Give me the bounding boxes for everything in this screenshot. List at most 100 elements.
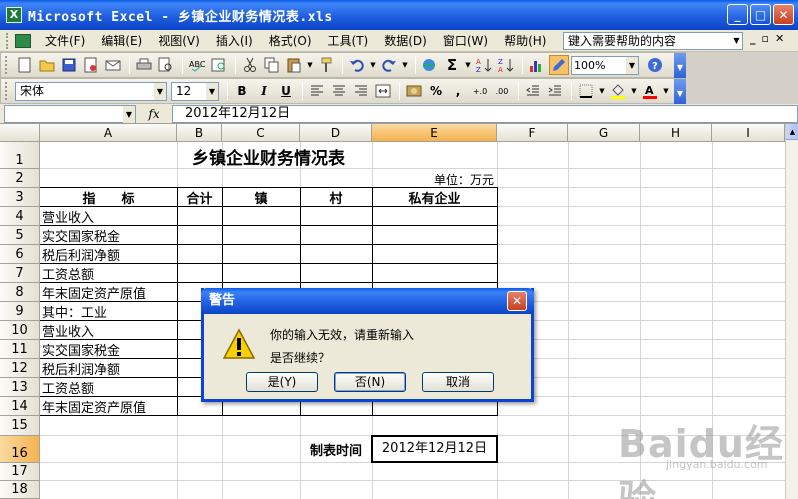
increase-indent-icon[interactable]: [545, 81, 565, 101]
permission-icon[interactable]: [81, 55, 101, 75]
indicator-cell[interactable]: 工资总额: [42, 264, 94, 283]
menu-insert[interactable]: 插入(I): [208, 31, 261, 51]
redo-icon[interactable]: [379, 55, 399, 75]
row-header[interactable]: 15: [0, 416, 40, 436]
indicator-cell[interactable]: 实交国家税金: [42, 226, 120, 245]
indicator-cell[interactable]: 税后利润净额: [42, 359, 120, 378]
header-village[interactable]: 村: [300, 188, 372, 207]
underline-button[interactable]: U: [276, 81, 296, 101]
row-header[interactable]: 3: [0, 188, 40, 207]
indicator-cell[interactable]: 营业收入: [42, 207, 94, 226]
row-header[interactable]: 12: [0, 359, 40, 378]
formula-input[interactable]: 2012年12月12日: [172, 104, 798, 123]
menu-window[interactable]: 窗口(W): [435, 31, 496, 51]
indicator-cell[interactable]: 营业收入: [42, 321, 94, 340]
indicator-cell[interactable]: 税后利润净额: [42, 245, 120, 264]
row-header[interactable]: 11: [0, 340, 40, 359]
row-header[interactable]: 13: [0, 378, 40, 397]
row-header[interactable]: 1: [0, 142, 40, 169]
hyperlink-icon[interactable]: [420, 55, 440, 75]
sort-descending-icon[interactable]: ZA: [496, 55, 516, 75]
fill-color-icon[interactable]: [608, 81, 628, 101]
indicator-cell[interactable]: 年末固定资产原值: [42, 397, 146, 416]
menu-format[interactable]: 格式(O): [261, 31, 320, 51]
decrease-decimal-icon[interactable]: .00: [492, 81, 512, 101]
cut-icon[interactable]: [240, 55, 260, 75]
percent-button[interactable]: %: [426, 81, 446, 101]
indicator-cell[interactable]: 年末固定资产原值: [42, 283, 146, 302]
yes-button[interactable]: 是(Y): [246, 372, 318, 392]
align-right-icon[interactable]: [351, 81, 371, 101]
copy-icon[interactable]: [262, 55, 282, 75]
row-header[interactable]: 14: [0, 397, 40, 416]
menu-view[interactable]: 视图(V): [150, 31, 208, 51]
row-header[interactable]: 10: [0, 321, 40, 340]
toolbar-grip[interactable]: [6, 32, 12, 49]
chevron-down-icon[interactable]: ▼: [464, 55, 472, 75]
toolbar-options-icon[interactable]: ▼: [674, 53, 686, 79]
column-header-b[interactable]: B: [177, 124, 222, 142]
header-indicator[interactable]: 指 标: [40, 188, 177, 207]
row-header[interactable]: 17: [0, 463, 40, 481]
workbook-icon[interactable]: [15, 33, 31, 48]
column-header-i[interactable]: I: [712, 124, 785, 142]
row-header[interactable]: 2: [0, 169, 40, 188]
toolbar-options-icon[interactable]: ▼: [674, 79, 686, 105]
email-icon[interactable]: [103, 55, 123, 75]
toolbar-grip[interactable]: [5, 56, 11, 74]
made-time-label[interactable]: 制表时间: [300, 440, 372, 459]
align-left-icon[interactable]: [307, 81, 327, 101]
menu-data[interactable]: 数据(D): [376, 31, 435, 51]
column-header-e[interactable]: E: [372, 124, 497, 142]
chevron-down-icon[interactable]: ▼: [626, 56, 638, 74]
insert-function-icon[interactable]: fx: [136, 107, 172, 121]
chevron-down-icon[interactable]: ▼: [306, 55, 314, 75]
row-header[interactable]: 5: [0, 226, 40, 245]
font-color-icon[interactable]: A: [640, 81, 660, 101]
font-size-select[interactable]: 12 ▼: [171, 81, 219, 101]
bold-button[interactable]: B: [232, 81, 252, 101]
doc-minimize-button[interactable]: _: [750, 32, 756, 45]
maximize-button[interactable]: □: [750, 4, 771, 25]
chevron-down-icon[interactable]: ▼: [662, 81, 670, 101]
column-header-f[interactable]: F: [497, 124, 568, 142]
sort-ascending-icon[interactable]: AZ: [474, 55, 494, 75]
row-header[interactable]: 4: [0, 207, 40, 226]
select-all-corner[interactable]: [0, 124, 40, 142]
open-icon[interactable]: [37, 55, 57, 75]
menu-edit[interactable]: 编辑(E): [93, 31, 150, 51]
align-center-icon[interactable]: [329, 81, 349, 101]
dialog-close-button[interactable]: ✕: [507, 291, 527, 311]
undo-icon[interactable]: [347, 55, 367, 75]
row-header[interactable]: 9: [0, 302, 40, 321]
doc-close-button[interactable]: ✕: [775, 32, 784, 45]
indicator-cell[interactable]: 实交国家税金: [42, 340, 120, 359]
row-header[interactable]: 6: [0, 245, 40, 264]
chevron-down-icon[interactable]: ▼: [630, 81, 638, 101]
column-header-g[interactable]: G: [568, 124, 640, 142]
column-header-a[interactable]: A: [40, 124, 177, 142]
indicator-cell[interactable]: 其中：工业: [42, 302, 107, 321]
new-icon[interactable]: [15, 55, 35, 75]
chevron-down-icon[interactable]: ▼: [206, 82, 218, 100]
chevron-down-icon[interactable]: ▼: [369, 55, 377, 75]
print-preview-icon[interactable]: [156, 55, 176, 75]
spelling-icon[interactable]: ABC: [187, 55, 207, 75]
header-town[interactable]: 镇: [222, 188, 300, 207]
no-button[interactable]: 否(N): [334, 372, 406, 392]
name-box[interactable]: ▼: [4, 104, 136, 123]
drawing-icon[interactable]: [549, 55, 569, 75]
row-header[interactable]: 18: [0, 481, 40, 499]
format-painter-icon[interactable]: [316, 55, 336, 75]
menu-tools[interactable]: 工具(T): [320, 31, 377, 51]
row-header[interactable]: 16: [0, 436, 40, 463]
header-total[interactable]: 合计: [177, 188, 222, 207]
column-header-h[interactable]: H: [640, 124, 712, 142]
currency-icon[interactable]: [404, 81, 424, 101]
doc-restore-button[interactable]: ▫: [762, 32, 769, 45]
row-header[interactable]: 7: [0, 264, 40, 283]
autosum-icon[interactable]: Σ: [442, 55, 462, 75]
merge-center-icon[interactable]: [373, 81, 393, 101]
header-private[interactable]: 私有企业: [372, 188, 497, 207]
toolbar-grip[interactable]: [5, 82, 11, 100]
